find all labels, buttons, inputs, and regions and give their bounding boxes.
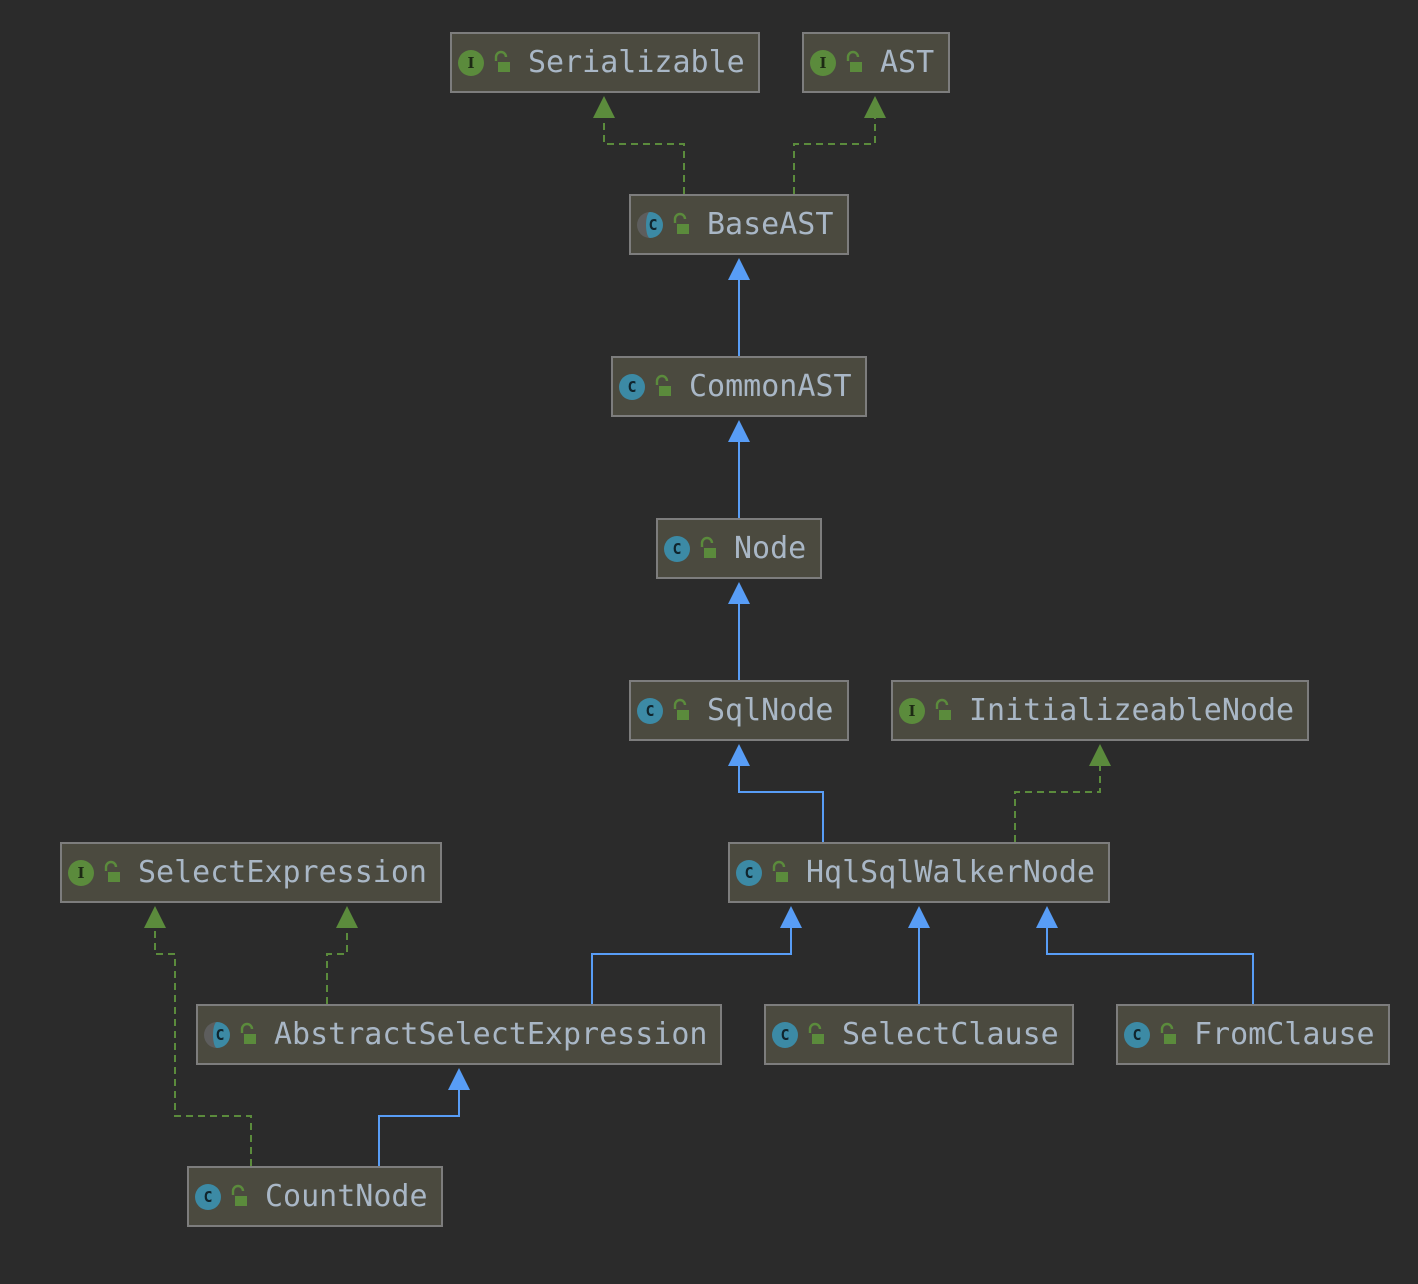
public-lock-icon	[671, 212, 693, 238]
class-icon: C	[1124, 1021, 1150, 1048]
node-label: SelectExpression	[138, 855, 427, 890]
class-icon: C	[637, 697, 663, 724]
node-countnode[interactable]: C CountNode	[187, 1166, 443, 1227]
public-lock-icon	[229, 1184, 251, 1210]
node-abstractselectexpression[interactable]: C AbstractSelectExpression	[196, 1004, 722, 1065]
node-baseast[interactable]: C BaseAST	[629, 194, 849, 255]
public-lock-icon	[102, 860, 124, 886]
node-ast[interactable]: I AST	[802, 32, 950, 93]
node-label: BaseAST	[707, 207, 834, 242]
node-label: CountNode	[265, 1179, 428, 1214]
interface-icon: I	[810, 49, 836, 76]
class-icon: C	[664, 535, 690, 562]
interface-icon: I	[458, 49, 484, 76]
node-label: AST	[880, 45, 935, 80]
edge-abstractselectexpression-to-selectexpression	[326, 906, 358, 1004]
edge-selectclause-to-hqlsqlwalkernode	[908, 906, 930, 1004]
extends-line	[591, 926, 792, 1004]
extends-arrowhead	[780, 906, 802, 928]
edge-hqlsqlwalkernode-to-sqlnode	[728, 744, 824, 842]
node-label: AbstractSelectExpression	[274, 1017, 708, 1052]
extends-arrowhead	[908, 906, 930, 928]
extends-line	[378, 1088, 460, 1166]
node-label: Node	[734, 531, 807, 566]
public-lock-icon	[1158, 1022, 1180, 1048]
node-serializable[interactable]: I Serializable	[450, 32, 760, 93]
implements-arrowhead	[864, 96, 886, 118]
node-selectclause[interactable]: C SelectClause	[764, 1004, 1074, 1065]
class-icon: C	[736, 859, 762, 886]
extends-line	[1046, 926, 1254, 1004]
public-lock-icon	[492, 50, 514, 76]
interface-icon: I	[899, 697, 925, 724]
public-lock-icon	[933, 698, 955, 724]
node-hqlsqlwalkernode[interactable]: C HqlSqlWalkerNode	[728, 842, 1110, 903]
implements-line	[326, 926, 348, 1004]
node-selectexpression[interactable]: I SelectExpression	[60, 842, 442, 903]
public-lock-icon	[844, 50, 866, 76]
edge-baseast-to-serializable	[593, 96, 685, 194]
edge-hqlsqlwalkernode-to-initializeablenode	[1014, 744, 1111, 842]
class-icon: C	[772, 1021, 798, 1048]
extends-arrowhead	[728, 744, 750, 766]
class-icon: C	[195, 1183, 221, 1210]
class-diagram: I Serializable I AST C BaseAST C CommonAST C Node…	[0, 0, 1418, 1284]
node-fromclause[interactable]: C FromClause	[1116, 1004, 1390, 1065]
extends-arrowhead	[1036, 906, 1058, 928]
edge-countnode-to-abstractselectexpression	[378, 1068, 470, 1166]
public-lock-icon	[770, 860, 792, 886]
node-label: SqlNode	[707, 693, 834, 728]
abstract-class-icon: C	[637, 211, 663, 238]
public-lock-icon	[806, 1022, 828, 1048]
extends-arrowhead	[448, 1068, 470, 1090]
implements-arrowhead	[336, 906, 358, 928]
node-label: HqlSqlWalkerNode	[806, 855, 1095, 890]
extends-arrowhead	[728, 420, 750, 442]
extends-arrowhead	[728, 258, 750, 280]
implements-arrowhead	[1089, 744, 1111, 766]
public-lock-icon	[653, 374, 675, 400]
node-label: CommonAST	[689, 369, 852, 404]
edge-node-to-commonast	[728, 420, 750, 518]
implements-arrowhead	[144, 906, 166, 928]
abstract-class-icon: C	[204, 1021, 230, 1048]
edge-sqlnode-to-node	[728, 582, 750, 680]
public-lock-icon	[238, 1022, 260, 1048]
public-lock-icon	[671, 698, 693, 724]
node-sqlnode[interactable]: C SqlNode	[629, 680, 849, 741]
implements-line	[1014, 764, 1101, 842]
edge-commonast-to-baseast	[728, 258, 750, 356]
node-node[interactable]: C Node	[656, 518, 822, 579]
edges-layer	[144, 96, 1254, 1166]
class-icon: C	[619, 373, 645, 400]
node-label: InitializeableNode	[969, 693, 1295, 728]
implements-arrowhead	[593, 96, 615, 118]
extends-arrowhead	[728, 582, 750, 604]
edge-fromclause-to-hqlsqlwalkernode	[1036, 906, 1254, 1004]
node-label: FromClause	[1194, 1017, 1375, 1052]
node-label: SelectClause	[842, 1017, 1059, 1052]
implements-line	[603, 116, 685, 194]
extends-line	[738, 764, 824, 842]
edge-baseast-to-ast	[793, 96, 886, 194]
implements-line	[793, 116, 876, 194]
node-label: Serializable	[528, 45, 745, 80]
edge-abstractselectexpression-to-hqlsqlwalkernode	[591, 906, 802, 1004]
node-initializeablenode[interactable]: I InitializeableNode	[891, 680, 1309, 741]
node-commonast[interactable]: C CommonAST	[611, 356, 867, 417]
interface-icon: I	[68, 859, 94, 886]
public-lock-icon	[698, 536, 720, 562]
